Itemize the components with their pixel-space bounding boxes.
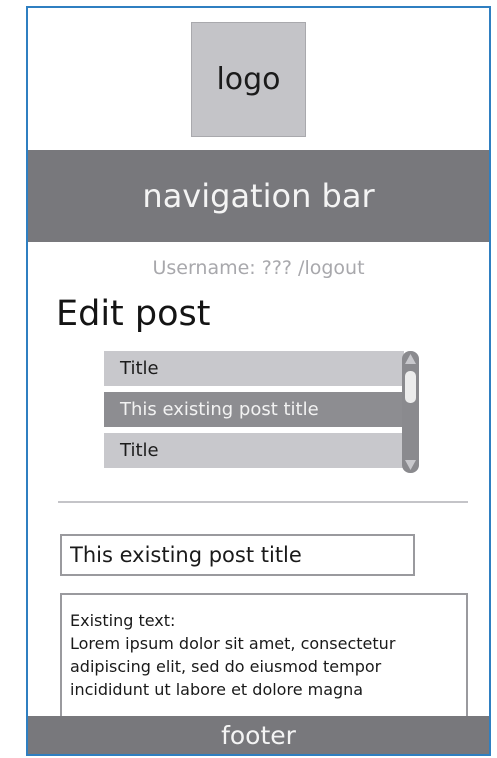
post-body-textarea[interactable]: Existing text: Lorem ipsum dolor sit ame… bbox=[60, 593, 468, 723]
body-text-line: Existing text: bbox=[70, 611, 176, 630]
list-item[interactable]: Title bbox=[104, 433, 404, 468]
footer: footer bbox=[28, 716, 489, 754]
scroll-up-arrow-icon[interactable] bbox=[405, 354, 416, 364]
navigation-bar[interactable]: navigation bar bbox=[28, 150, 489, 242]
user-status: Username: ??? /logout bbox=[28, 257, 489, 279]
scroll-down-arrow-icon[interactable] bbox=[405, 460, 416, 470]
list-item-selected[interactable]: This existing post title bbox=[104, 392, 404, 427]
list-item[interactable]: Title bbox=[104, 351, 404, 386]
post-list-scrollbar[interactable] bbox=[402, 351, 419, 473]
username-logout-link[interactable]: Username: ??? /logout bbox=[152, 257, 364, 279]
page-title: Edit post bbox=[56, 294, 211, 334]
scrollbar-thumb[interactable] bbox=[405, 371, 416, 403]
body-text-line: incididunt ut labore et dolore magna bbox=[70, 680, 364, 699]
section-divider bbox=[58, 501, 468, 503]
wireframe-page: logo navigation bar Username: ??? /logou… bbox=[26, 6, 491, 756]
logo[interactable]: logo bbox=[191, 22, 306, 137]
body-text-line: Lorem ipsum dolor sit amet, consectetur bbox=[70, 634, 396, 653]
body-text-line: adipiscing elit, sed do eiusmod tempor bbox=[70, 657, 382, 676]
post-list: Title This existing post title Title bbox=[104, 351, 404, 474]
post-title-input[interactable] bbox=[60, 534, 415, 576]
